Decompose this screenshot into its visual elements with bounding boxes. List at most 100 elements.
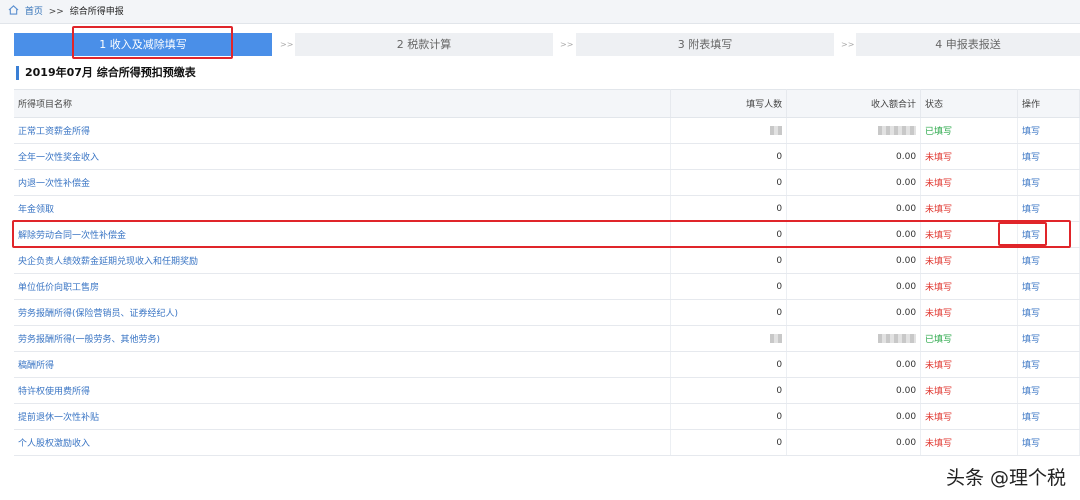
row-income: 0.00 [786,143,922,170]
step-4-submit[interactable]: 4 申报表报送 [856,33,1080,56]
row-status: 未填写 [920,429,1018,456]
row-count: 0 [670,299,788,326]
row-count: 0 [670,351,788,378]
row-name-link[interactable]: 劳务报酬所得(一般劳务、其他劳务) [14,325,672,352]
step-3-attachment[interactable]: 3 附表填写 [576,33,834,56]
breadcrumb-current: 综合所得申报 [69,7,124,17]
header-income: 收入额合计 [786,89,922,118]
step-wizard: 1 收入及减除填写 >> 2 税款计算 >> 3 附表填写 >> 4 申报表报送 [14,33,1080,56]
row-name-link[interactable]: 内退一次性补偿金 [14,169,672,196]
row-status: 未填写 [920,299,1018,326]
table-row: 提前退休一次性补贴 0 0.00 未填写 填写 [14,403,1080,430]
row-count [670,325,788,352]
table-header-row: 所得项目名称 填写人数 收入额合计 状态 操作 [14,89,1080,118]
row-status: 未填写 [920,195,1018,222]
row-name-link[interactable]: 解除劳动合同一次性补偿金 [14,221,672,248]
row-count: 0 [670,221,788,248]
row-status: 未填写 [920,273,1018,300]
table-row: 全年一次性奖金收入 0 0.00 未填写 填写 [14,143,1080,170]
row-fill-link[interactable]: 填写 [1022,335,1040,345]
table-row: 正常工资薪金所得 已填写 填写 [14,117,1080,144]
row-status: 未填写 [920,377,1018,404]
step-1-income[interactable]: 1 收入及减除填写 [14,33,272,56]
row-count [670,117,788,144]
watermark: 头条 @理个税 [945,467,1066,489]
row-count: 0 [670,143,788,170]
row-status: 未填写 [920,403,1018,430]
row-income: 0.00 [786,247,922,274]
redacted-income [878,125,917,135]
table-row: 内退一次性补偿金 0 0.00 未填写 填写 [14,169,1080,196]
row-status: 已填写 [920,117,1018,144]
row-name-link[interactable]: 稿酬所得 [14,351,672,378]
row-fill-link[interactable]: 填写 [1022,231,1040,241]
row-name-link[interactable]: 提前退休一次性补贴 [14,403,672,430]
table-row: 特许权使用费所得 0 0.00 未填写 填写 [14,377,1080,404]
row-name-link[interactable]: 单位低价向职工售房 [14,273,672,300]
row-fill-link[interactable]: 填写 [1022,309,1040,319]
row-income: 0.00 [786,377,922,404]
header-count: 填写人数 [670,89,788,118]
row-status: 未填写 [920,247,1018,274]
step-arrow: >> [560,40,574,49]
row-count: 0 [670,169,788,196]
row-name-link[interactable]: 年金领取 [14,195,672,222]
step-arrow: >> [280,40,294,49]
breadcrumb-separator: >> [48,7,64,17]
row-count: 0 [670,273,788,300]
table-row: 劳务报酬所得(保险营销员、证券经纪人) 0 0.00 未填写 填写 [14,299,1080,326]
row-status: 未填写 [920,351,1018,378]
redacted-count [770,125,783,135]
breadcrumb: 首页 >> 综合所得申报 [0,0,1080,24]
row-status: 未填写 [920,143,1018,170]
row-count: 0 [670,377,788,404]
row-income: 0.00 [786,351,922,378]
row-fill-link[interactable]: 填写 [1022,179,1040,189]
row-name-link[interactable]: 特许权使用费所得 [14,377,672,404]
row-status: 已填写 [920,325,1018,352]
row-fill-link[interactable]: 填写 [1022,257,1040,267]
table-row: 个人股权激励收入 0 0.00 未填写 填写 [14,429,1080,456]
breadcrumb-home-link[interactable]: 首页 [25,7,43,17]
row-fill-link[interactable]: 填写 [1022,283,1040,293]
row-fill-link[interactable]: 填写 [1022,387,1040,397]
row-name-link[interactable]: 劳务报酬所得(保险营销员、证券经纪人) [14,299,672,326]
header-name: 所得项目名称 [14,89,672,118]
row-income [786,325,922,352]
row-count: 0 [670,403,788,430]
row-fill-link[interactable]: 填写 [1022,127,1040,137]
row-fill-link[interactable]: 填写 [1022,361,1040,371]
table-row: 单位低价向职工售房 0 0.00 未填写 填写 [14,273,1080,300]
row-income: 0.00 [786,195,922,222]
row-name-link[interactable]: 央企负责人绩效薪金延期兑现收入和任期奖励 [14,247,672,274]
table-row: 劳务报酬所得(一般劳务、其他劳务) 已填写 填写 [14,325,1080,352]
row-income: 0.00 [786,221,922,248]
redacted-income [878,333,917,343]
step-arrow: >> [841,40,855,49]
row-fill-link[interactable]: 填写 [1022,413,1040,423]
header-status: 状态 [920,89,1018,118]
table-row: 稿酬所得 0 0.00 未填写 填写 [14,351,1080,378]
table-row: 年金领取 0 0.00 未填写 填写 [14,195,1080,222]
header-operation: 操作 [1017,89,1080,118]
row-count: 0 [670,195,788,222]
row-status: 未填写 [920,169,1018,196]
table-row: 解除劳动合同一次性补偿金 0 0.00 未填写 填写 [14,221,1080,248]
row-income: 0.00 [786,169,922,196]
row-name-link[interactable]: 正常工资薪金所得 [14,117,672,144]
row-income: 0.00 [786,273,922,300]
row-count: 0 [670,429,788,456]
row-fill-link[interactable]: 填写 [1022,153,1040,163]
home-icon[interactable] [8,5,19,15]
income-table: 所得项目名称 填写人数 收入额合计 状态 操作 正常工资薪金所得 已填写 填写 … [14,89,1080,456]
row-name-link[interactable]: 个人股权激励收入 [14,429,672,456]
row-income: 0.00 [786,403,922,430]
row-income: 0.00 [786,299,922,326]
row-count: 0 [670,247,788,274]
redacted-count [770,333,783,343]
row-fill-link[interactable]: 填写 [1022,439,1040,449]
row-income: 0.00 [786,429,922,456]
row-fill-link[interactable]: 填写 [1022,205,1040,215]
row-name-link[interactable]: 全年一次性奖金收入 [14,143,672,170]
step-2-tax-calc[interactable]: 2 税款计算 [295,33,553,56]
